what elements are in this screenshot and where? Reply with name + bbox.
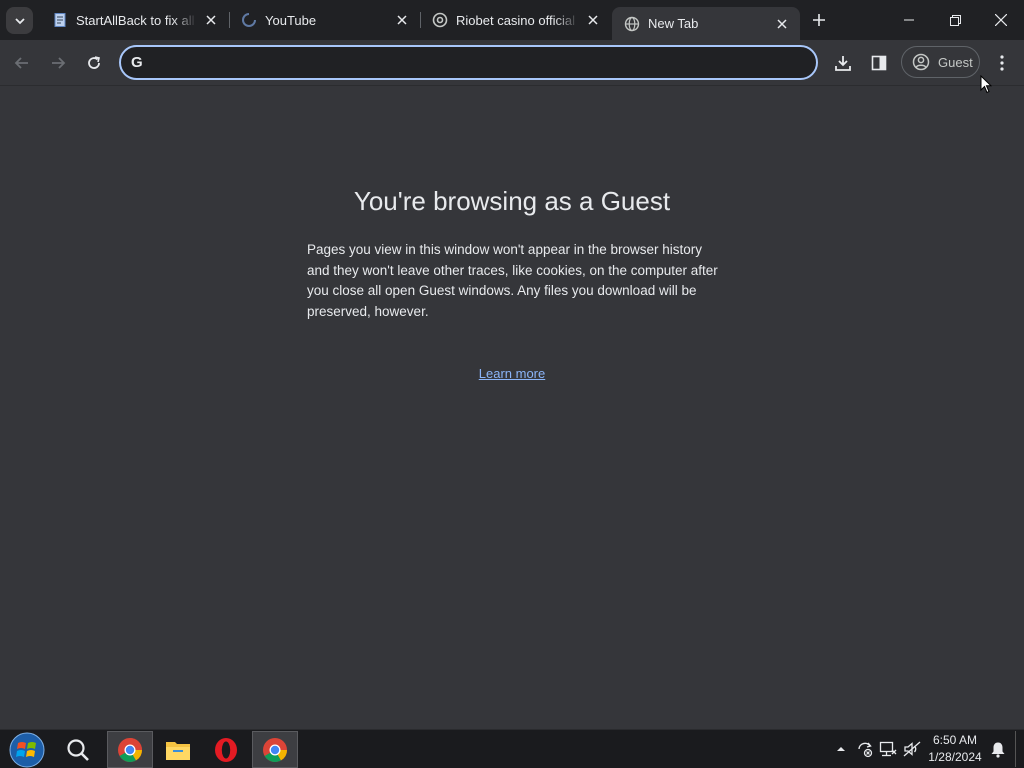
clock-date: 1/28/2024 — [928, 750, 982, 764]
taskbar-opera[interactable] — [203, 731, 249, 768]
bell-icon — [991, 742, 1005, 758]
side-panel-icon — [871, 55, 887, 71]
close-tab-icon[interactable] — [203, 11, 219, 29]
globe-icon — [624, 16, 640, 32]
tab-search-button[interactable] — [6, 7, 33, 34]
new-tab-button[interactable] — [808, 9, 830, 31]
taskbar-chrome-2[interactable] — [252, 731, 298, 768]
tab-youtube[interactable]: YouTube — [229, 0, 420, 40]
tab-title: StartAllBack to fix all W — [76, 12, 197, 28]
omnibox-input[interactable] — [157, 54, 816, 71]
close-tab-icon[interactable] — [393, 11, 411, 29]
loading-spinner-icon — [241, 12, 257, 28]
browser-toolbar: G Guest — [0, 40, 1024, 86]
tray-sync-icon[interactable] — [856, 740, 874, 758]
clock-time: 6:50 AM — [932, 733, 978, 747]
page-title: You're browsing as a Guest — [353, 186, 671, 216]
volume-muted-icon[interactable] — [903, 740, 921, 758]
arrow-right-icon — [52, 57, 66, 69]
show-hidden-icons-button[interactable] — [832, 740, 850, 758]
notifications-button[interactable] — [989, 740, 1007, 758]
tab-new-tab[interactable]: New Tab — [612, 7, 800, 40]
learn-more-container: Learn more — [0, 365, 1024, 383]
restore-icon — [949, 14, 961, 26]
windows-start-orb-icon — [9, 732, 45, 767]
tab-title: New Tab — [648, 16, 699, 31]
profile-button[interactable]: Guest — [901, 46, 980, 78]
chevron-up-icon — [837, 747, 845, 751]
system-clock[interactable]: 6:50 AM 1/28/2024 — [925, 732, 985, 766]
taskbar-search-button[interactable] — [55, 731, 101, 768]
restore-button[interactable] — [932, 0, 978, 40]
guest-description: Pages you view in this window won't appe… — [307, 242, 718, 319]
tab-startallback[interactable]: StartAllBack to fix all W — [40, 0, 228, 40]
taskbar-file-explorer[interactable] — [155, 731, 201, 768]
kebab-menu-icon — [1000, 55, 1004, 71]
minimize-icon — [904, 19, 914, 21]
downloads-button[interactable] — [828, 48, 858, 78]
mouse-cursor-icon — [980, 74, 993, 99]
person-circle-icon — [912, 53, 930, 71]
chrome-icon — [118, 737, 142, 762]
network-icon[interactable] — [879, 740, 897, 758]
minimize-button[interactable] — [886, 0, 932, 40]
google-g-icon: G — [131, 54, 143, 71]
taskbar-chrome-1[interactable] — [107, 731, 153, 768]
side-panel-button[interactable] — [864, 48, 894, 78]
document-icon — [52, 12, 68, 28]
menu-button[interactable] — [987, 48, 1017, 78]
close-window-button[interactable] — [978, 0, 1024, 40]
close-icon — [995, 14, 1007, 26]
close-tab-icon[interactable] — [585, 11, 602, 29]
back-button[interactable] — [7, 48, 37, 78]
chevron-down-icon — [14, 17, 25, 24]
guest-new-tab-page: You're browsing as a Guest Pages you vie… — [0, 87, 1024, 729]
forward-button[interactable] — [43, 48, 73, 78]
folder-icon — [166, 741, 190, 760]
profile-label: Guest — [938, 54, 973, 70]
chrome-icon — [263, 737, 287, 762]
start-button[interactable] — [4, 731, 50, 768]
learn-more-link[interactable]: Learn more — [479, 366, 545, 381]
tab-title: Riobet casino official - — [456, 12, 579, 28]
show-desktop-button[interactable] — [1015, 731, 1021, 767]
close-tab-icon[interactable] — [773, 15, 791, 33]
opera-icon — [215, 737, 237, 762]
reload-button[interactable] — [79, 48, 109, 78]
tab-title: YouTube — [265, 12, 317, 28]
tab-strip: StartAllBack to fix all W YouTube Riobet… — [0, 0, 1024, 40]
taskbar: 6:50 AM 1/28/2024 — [0, 729, 1024, 768]
reload-icon — [88, 56, 100, 69]
tab-riobet[interactable]: Riobet casino official - — [420, 0, 611, 40]
search-icon — [67, 738, 89, 761]
plus-icon — [813, 14, 825, 26]
address-bar[interactable]: G — [119, 45, 818, 80]
riobet-icon — [432, 12, 448, 28]
download-icon — [835, 56, 851, 71]
arrow-left-icon — [14, 57, 28, 69]
